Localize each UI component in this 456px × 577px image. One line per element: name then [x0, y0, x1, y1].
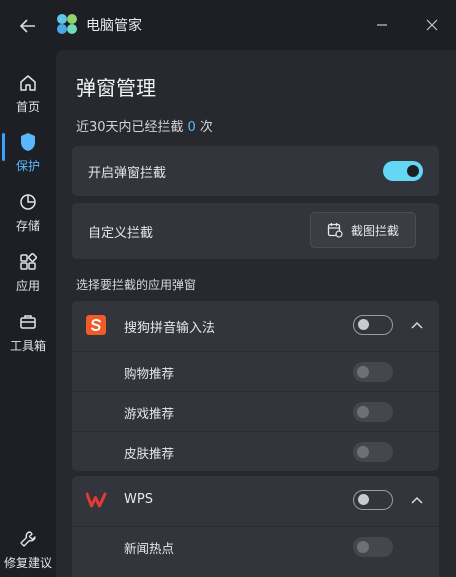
sub-item-toggle[interactable]: [353, 442, 393, 462]
back-button[interactable]: [14, 12, 42, 40]
sub-item-label: 新闻热点: [124, 541, 175, 556]
screenshot-block-label: 截图拦截: [350, 223, 399, 238]
sidebar-item-protect[interactable]: 保护: [0, 123, 56, 179]
collapse-button[interactable]: [409, 317, 425, 333]
close-button[interactable]: [421, 14, 443, 36]
screenshot-calendar-icon: [327, 223, 343, 238]
page-title: 弹窗管理: [76, 76, 156, 100]
block-count: 0: [187, 120, 196, 135]
app-group-wps: WPS 新闻热点: [72, 476, 439, 577]
sidebar-item-repair[interactable]: 修复建议: [0, 520, 56, 577]
pie-chart-icon: [20, 194, 36, 210]
app-name: WPS: [124, 492, 153, 507]
arrow-left-icon: [19, 19, 35, 33]
app-toggle-wps[interactable]: [353, 490, 393, 510]
sub-item-toggle[interactable]: [353, 362, 393, 382]
summary-prefix: 近30天内已经拦截: [76, 120, 184, 135]
app-header-sogou[interactable]: 搜狗拼音输入法: [72, 301, 439, 350]
close-icon: [426, 19, 438, 31]
sidebar-item-label: 工具箱: [9, 339, 46, 353]
sidebar-item-toolbox[interactable]: 工具箱: [0, 303, 56, 359]
sub-item-toggle[interactable]: [353, 537, 393, 557]
sidebar-item-storage[interactable]: 存储: [0, 183, 56, 239]
enable-block-card: 开启弹窗拦截: [72, 146, 439, 196]
shield-icon: [21, 133, 35, 151]
title-bar: 电脑管家: [0, 0, 456, 50]
custom-block-label: 自定义拦截: [88, 226, 154, 241]
collapse-button[interactable]: [409, 492, 425, 508]
app-group-sogou: 搜狗拼音输入法 购物推荐 游戏推荐 皮肤推荐: [72, 301, 439, 471]
chevron-up-icon: [411, 496, 423, 504]
app-title: 电脑管家: [86, 18, 142, 34]
sidebar-item-label: 修复建议: [3, 556, 52, 570]
summary-suffix: 次: [199, 120, 213, 135]
minimize-icon: [377, 24, 387, 26]
main-panel: 弹窗管理 近30天内已经拦截 0 次 开启弹窗拦截 自定义拦截 截图拦截 选择要拦截…: [56, 50, 456, 577]
wrench-icon: [20, 531, 36, 547]
list-item: 皮肤推荐: [72, 431, 439, 472]
sidebar-item-label: 保护: [15, 159, 40, 173]
sub-item-label: 游戏推荐: [124, 406, 175, 421]
list-item: 新闻热点: [72, 526, 439, 567]
sub-item-label: 皮肤推荐: [124, 446, 175, 461]
enable-block-toggle[interactable]: [383, 161, 423, 181]
wps-icon: [85, 490, 108, 510]
sidebar-item-label: 首页: [15, 100, 40, 114]
enable-block-label: 开启弹窗拦截: [88, 166, 167, 181]
app-name: 搜狗拼音输入法: [124, 321, 216, 336]
sidebar-item-apps[interactable]: 应用: [0, 243, 56, 299]
custom-block-card: 自定义拦截 截图拦截: [72, 203, 439, 259]
chevron-up-icon: [411, 321, 423, 329]
sogou-icon: [86, 315, 106, 335]
app-logo-icon: [57, 14, 77, 34]
section-label: 选择要拦截的应用弹窗: [76, 278, 197, 292]
app-header-wps[interactable]: WPS: [72, 476, 439, 525]
list-item: 购物推荐: [72, 351, 439, 392]
list-item: 游戏推荐: [72, 391, 439, 432]
screenshot-block-button[interactable]: 截图拦截: [310, 212, 416, 248]
sidebar: 首页 保护 存储 应用 工具箱 修复建议: [0, 50, 56, 577]
sidebar-item-label: 应用: [15, 279, 40, 293]
apps-icon: [20, 253, 37, 270]
sub-item-toggle[interactable]: [353, 402, 393, 422]
toolbox-icon: [20, 315, 36, 329]
sidebar-item-home[interactable]: 首页: [0, 64, 56, 120]
sidebar-item-label: 存储: [15, 219, 40, 233]
home-icon: [20, 75, 36, 91]
minimize-button[interactable]: [371, 14, 393, 36]
app-toggle-sogou[interactable]: [353, 315, 393, 335]
sub-item-label: 购物推荐: [124, 366, 175, 381]
block-summary: 近30天内已经拦截 0 次: [76, 116, 213, 135]
